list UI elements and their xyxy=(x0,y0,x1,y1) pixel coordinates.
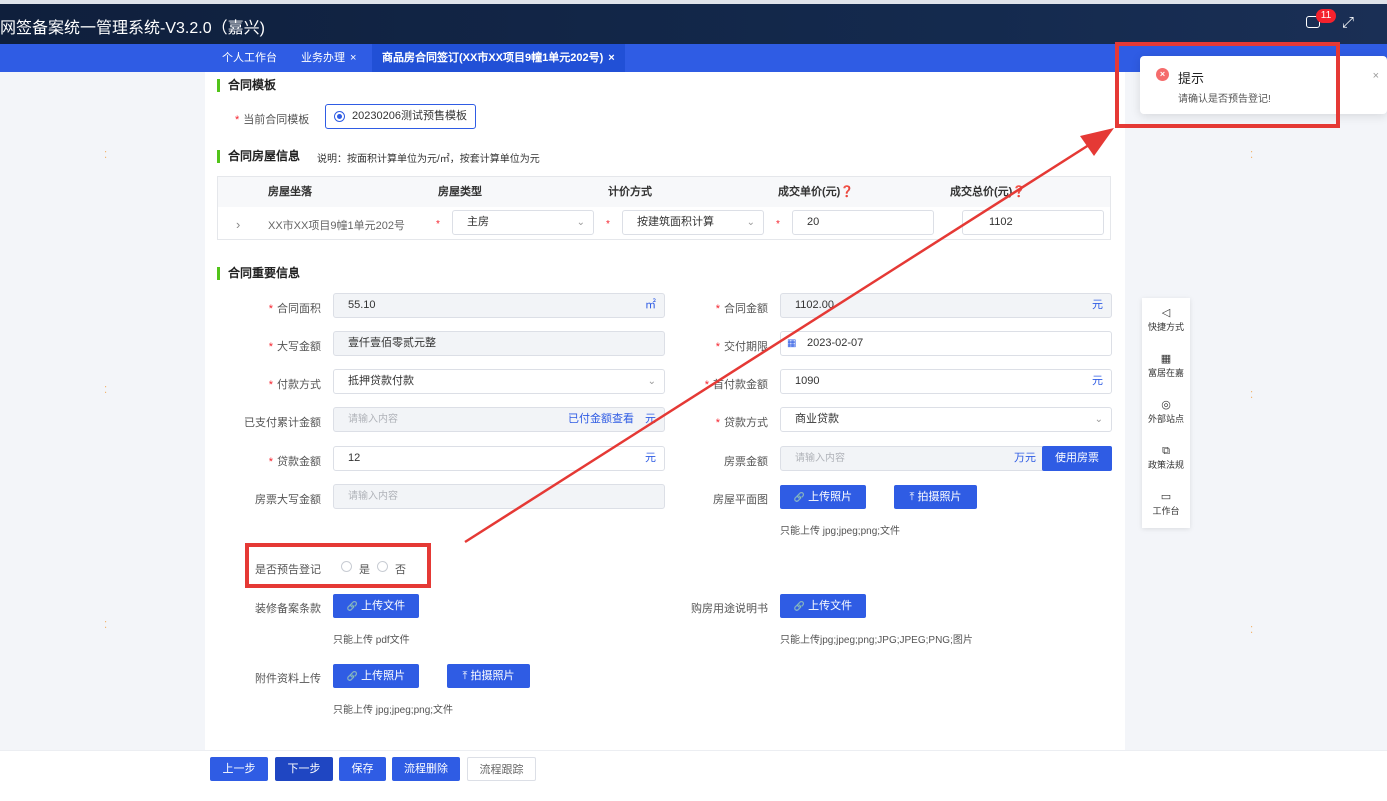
save-button[interactable]: 保存 xyxy=(339,757,386,781)
footer-bar: 上一步 下一步 保存 流程删除 流程跟踪 xyxy=(0,750,1387,801)
prev-step-button[interactable]: 上一步 xyxy=(210,757,268,781)
trace-process-button[interactable]: 流程跟踪 xyxy=(467,757,536,781)
delete-process-button[interactable]: 流程删除 xyxy=(392,757,460,781)
next-step-button[interactable]: 下一步 xyxy=(275,757,333,781)
annotation-arrow xyxy=(464,128,1114,544)
arrow-line xyxy=(464,141,1093,544)
arrow-head xyxy=(1080,128,1114,156)
